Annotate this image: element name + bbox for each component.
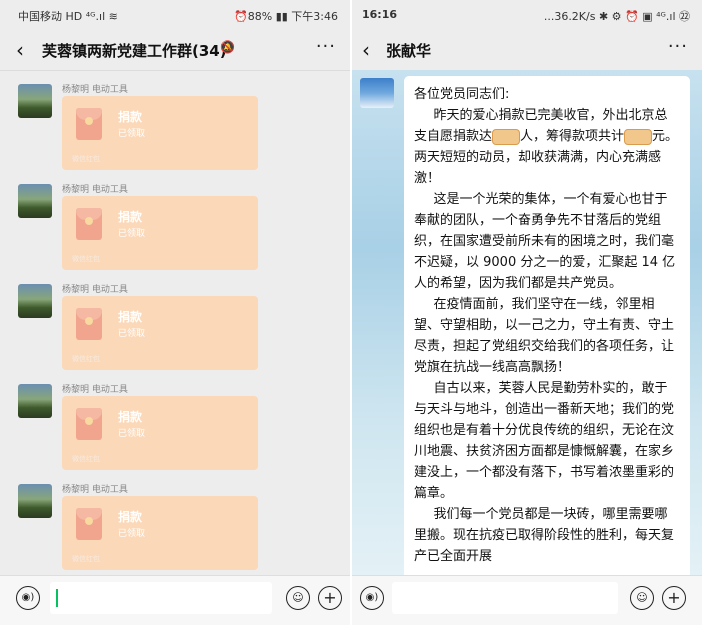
list-item: 杨黎明 电动工具 捐款 已领取 微信红包: [0, 74, 350, 174]
status-bar: 16:16 ...36.2K/s ✱ ⚙ ⏰ ▣ ⁴ᴳ.ıl ㉒: [352, 0, 702, 30]
input-bar: ◉) ☺ +: [352, 575, 702, 625]
list-item: 杨黎明 电动工具 捐款 已领取 微信红包: [0, 274, 350, 374]
red-packet-card[interactable]: 捐款 已领取 微信红包: [62, 496, 258, 570]
paragraph-3: 在疫情面前，我们坚守在一线，邻里相望、守望相助，以一己之力，守土有责、守土尽责，…: [414, 297, 675, 375]
emoji-icon[interactable]: ☺: [630, 586, 654, 610]
red-packet-status: 已领取: [118, 129, 146, 139]
plus-icon[interactable]: +: [318, 586, 342, 610]
red-packet-icon: [76, 308, 102, 340]
mute-icon: 🔕: [220, 40, 235, 54]
red-packet-status: 已领取: [118, 229, 146, 239]
more-options-icon[interactable]: ···: [316, 36, 336, 57]
sender-name: 杨黎明 电动工具: [62, 285, 128, 295]
avatar[interactable]: [18, 384, 52, 418]
private-chat-panel: 16:16 ...36.2K/s ✱ ⚙ ⏰ ▣ ⁴ᴳ.ıl ㉒ ‹ 张献华 ·…: [352, 0, 702, 625]
red-packet-card[interactable]: 捐款 已领取 微信红包: [62, 196, 258, 270]
red-packet-footer: 微信红包: [72, 455, 100, 463]
greeting: 各位党员同志们:: [414, 87, 510, 102]
voice-input-icon[interactable]: ◉): [16, 586, 40, 610]
red-packet-title: 捐款: [118, 410, 143, 424]
red-packet-footer: 微信红包: [72, 255, 100, 263]
red-packet-status: 已领取: [118, 429, 146, 439]
message-input[interactable]: [50, 582, 272, 614]
paragraph-1: 昨天的爱心捐款已完美收官，外出北京总支自愿捐款达 人，筹得款项共计 元。两天短短的动…: [414, 108, 679, 186]
emoji-icon[interactable]: ☺: [286, 586, 310, 610]
message-bubble[interactable]: 各位党员同志们: 昨天的爱心捐款已完美收官，外出北京总支自愿捐款达 人，筹得款项共…: [404, 76, 690, 596]
avatar[interactable]: [360, 78, 394, 108]
voice-input-icon[interactable]: ◉): [360, 586, 384, 610]
red-packet-status: 已领取: [118, 329, 146, 339]
sender-name: 杨黎明 电动工具: [62, 85, 128, 95]
carrier-label: 中国移动 HD ⁴ᴳ.ıl ≋: [18, 10, 118, 23]
list-item: 杨黎明 电动工具 捐款 已领取 微信红包: [0, 174, 350, 274]
paragraph-4: 自古以来，芙蓉人民是勤劳朴实的，敢于与天斗与地斗，创造出一番新天地；我们的党组织…: [414, 381, 675, 501]
list-item: 杨黎明 电动工具 捐款 已领取 微信红包: [0, 374, 350, 474]
sender-name: 杨黎明 电动工具: [62, 485, 128, 495]
red-packet-icon: [76, 408, 102, 440]
red-packet-card[interactable]: 捐款 已领取 微信红包: [62, 396, 258, 470]
status-bar: 中国移动 HD ⁴ᴳ.ıl ≋ ⏰88% ▮▮ 下午3:46: [0, 0, 350, 30]
chat-title: 芙蓉镇两新党建工作群(34): [42, 42, 227, 60]
avatar[interactable]: [18, 84, 52, 118]
red-packet-title: 捐款: [118, 210, 143, 224]
sender-name: 杨黎明 电动工具: [62, 385, 128, 395]
back-arrow-icon[interactable]: ‹: [16, 38, 24, 62]
list-item: 杨黎明 电动工具 捐款 已领取 微信红包: [0, 474, 350, 574]
title-divider: [0, 70, 350, 71]
chat-title-bar: ‹ 芙蓉镇两新党建工作群(34) 🔕 ···: [0, 30, 350, 70]
red-packet-icon: [76, 108, 102, 140]
back-arrow-icon[interactable]: ‹: [362, 38, 370, 62]
red-packet-title: 捐款: [118, 110, 143, 124]
group-chat-panel: 中国移动 HD ⁴ᴳ.ıl ≋ ⏰88% ▮▮ 下午3:46 ‹ 芙蓉镇两新党建…: [0, 0, 350, 625]
more-options-icon[interactable]: ···: [668, 36, 688, 57]
plus-icon[interactable]: +: [662, 586, 686, 610]
red-packet-footer: 微信红包: [72, 155, 100, 163]
red-packet-card[interactable]: 捐款 已领取 微信红包: [62, 96, 258, 170]
red-packet-status: 已领取: [118, 529, 146, 539]
paragraph-5: 我们每一个党员都是一块砖，哪里需要哪里搬。现在抗疫已取得阶段性的胜利，每天复产已…: [414, 507, 675, 564]
paragraph-2: 这是一个光荣的集体，一个有爱心也甘于奉献的团队，一个奋勇争先不甘落后的党组织，在…: [414, 192, 676, 291]
sticker-icon: [492, 128, 521, 145]
input-bar: ◉) ☺ +: [0, 575, 350, 625]
avatar[interactable]: [18, 484, 52, 518]
chat-title-bar: ‹ 张献华 ···: [352, 30, 702, 70]
red-packet-icon: [76, 508, 102, 540]
chat-title: 张献华: [386, 42, 432, 60]
red-packet-footer: 微信红包: [72, 555, 100, 563]
red-packet-card[interactable]: 捐款 已领取 微信红包: [62, 296, 258, 370]
sticker-icon: [624, 128, 653, 145]
status-icons: ...36.2K/s ✱ ⚙ ⏰ ▣ ⁴ᴳ.ıl ㉒: [543, 10, 690, 23]
red-packet-icon: [76, 208, 102, 240]
red-packet-title: 捐款: [118, 510, 143, 524]
red-packet-footer: 微信红包: [72, 355, 100, 363]
sender-name: 杨黎明 电动工具: [62, 185, 128, 195]
status-time: 16:16: [362, 8, 398, 21]
text-caret: [56, 589, 58, 607]
app-split-view: 中国移动 HD ⁴ᴳ.ıl ≋ ⏰88% ▮▮ 下午3:46 ‹ 芙蓉镇两新党建…: [0, 0, 702, 625]
avatar[interactable]: [18, 184, 52, 218]
avatar[interactable]: [18, 284, 52, 318]
battery-time: ⏰88% ▮▮ 下午3:46: [234, 10, 338, 23]
message-text: 各位党员同志们: 昨天的爱心捐款已完美收官，外出北京总支自愿捐款达 人，筹得款项共…: [414, 84, 680, 567]
message-input[interactable]: [392, 582, 618, 614]
red-packet-title: 捐款: [118, 310, 143, 324]
